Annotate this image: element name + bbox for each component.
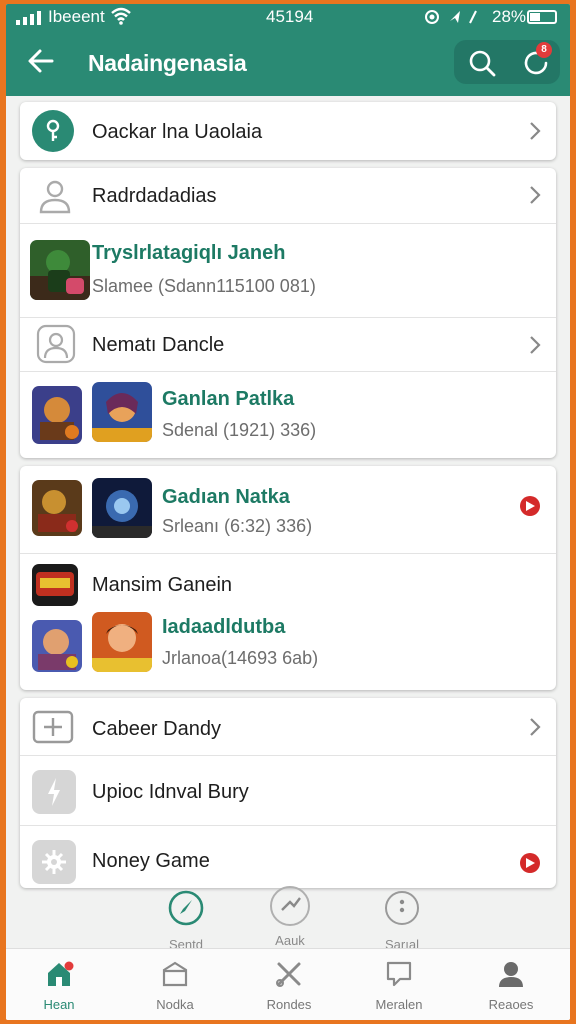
- list-item[interactable]: Cabeer Dandy: [20, 698, 556, 756]
- game-row[interactable]: Ganlan Patlka Sdenal (1921) 336): [20, 372, 556, 458]
- item-label: Nematı Dancle: [92, 334, 225, 356]
- status-bar: Ibeeent 45194 28%: [6, 4, 570, 30]
- search-icon[interactable]: [466, 47, 498, 79]
- profile-icon: [496, 959, 526, 989]
- nav-tools[interactable]: Rondes: [244, 959, 334, 1012]
- gear-icon: [32, 840, 76, 884]
- card-3: Gadıan Natka Srleanı (6:32) 336) Mansim …: [20, 466, 556, 690]
- box-icon: [160, 959, 190, 989]
- quick-action-search[interactable]: Sarıal: [370, 888, 434, 952]
- game-title: Gadıan Natka: [162, 486, 290, 508]
- status-time: 45194: [266, 7, 314, 26]
- gamepad-icon: [32, 710, 74, 744]
- game-title: Ganlan Patlka: [162, 388, 295, 410]
- card-4: Cabeer Dandy Upioc Idnval Bury Noney Gam…: [20, 698, 556, 888]
- game-row[interactable]: Tryslrlatagiqlı Janeh Slamee (Sdann11510…: [20, 224, 556, 318]
- notification-badge: 8: [536, 42, 552, 58]
- game-subtitle: Slamee (Sdann115100 081): [92, 276, 316, 296]
- game-thumbnail-icon: [32, 480, 82, 536]
- chevron-right-icon: [530, 122, 541, 140]
- item-label: Upioc Idnval Bury: [92, 781, 249, 803]
- nav-label: Nodka: [156, 997, 194, 1012]
- nav-label: Reaoes: [488, 997, 534, 1012]
- list-item[interactable]: Nematı Dancle: [20, 318, 556, 372]
- bottom-navigation: Hean Nodka Rondes Meralen Reaoes: [6, 948, 570, 1020]
- signal-icon: [16, 11, 41, 25]
- nav-messages[interactable]: Meralen: [354, 959, 444, 1012]
- list-item[interactable]: Oackar lna Uaolaia: [20, 102, 556, 160]
- play-badge-icon[interactable]: [520, 496, 540, 516]
- carrier-name: Ibeeent: [48, 7, 105, 26]
- game-thumbnail-icon: [32, 620, 82, 672]
- game-thumbnail-icon: [92, 612, 152, 672]
- game-thumbnail-icon: [92, 382, 152, 442]
- card-2: Radrdadadias Tryslrlatagiqlı Janeh Slame…: [20, 168, 556, 458]
- game-thumbnail-icon: [30, 240, 90, 300]
- game-thumbnail-icon: [32, 564, 78, 606]
- wifi-icon: [111, 7, 131, 25]
- nav-home[interactable]: Hean: [14, 959, 104, 1012]
- nav-label: Rondes: [266, 997, 312, 1012]
- tools-icon: [274, 959, 304, 989]
- quick-action-send[interactable]: Sentd: [156, 888, 216, 952]
- item-label: Noney Game: [92, 850, 210, 872]
- chevron-right-icon: [530, 336, 541, 354]
- quick-action-label: Aauk: [275, 933, 305, 948]
- play-badge-icon[interactable]: [520, 853, 540, 873]
- chevron-right-icon: [530, 186, 541, 204]
- app-screen: Ibeeent 45194 28% Nadaingenasia 8 Oackar…: [6, 4, 570, 1020]
- game-subtitle: Srleanı (6:32) 336): [162, 516, 313, 536]
- top-bar: Ibeeent 45194 28% Nadaingenasia 8: [6, 4, 570, 96]
- game-row[interactable]: Mansim Ganein Iadaadldutba Jrlanoa(14693…: [20, 554, 556, 690]
- card-1: Oackar lna Uaolaia: [20, 102, 556, 160]
- nav-store[interactable]: Nodka: [130, 959, 220, 1012]
- chat-icon: [384, 959, 414, 989]
- bolt-icon: [32, 770, 76, 814]
- item-label: Cabeer Dandy: [92, 718, 221, 740]
- user-card-icon: [36, 324, 76, 364]
- list-item[interactable]: Noney Game: [20, 826, 556, 888]
- quick-action-ask[interactable]: Aauk: [260, 884, 320, 948]
- item-label: Mansim Ganein: [92, 574, 233, 596]
- person-icon: [39, 180, 71, 214]
- list-item[interactable]: Upioc Idnval Bury: [20, 756, 556, 826]
- list-item[interactable]: Radrdadadias: [20, 168, 556, 224]
- game-thumbnail-icon: [92, 478, 152, 538]
- nav-profile[interactable]: Reaoes: [466, 959, 556, 1012]
- compass-icon: [168, 890, 204, 926]
- battery-icon: [527, 10, 557, 24]
- page-title: Nadaingenasia: [88, 50, 247, 76]
- nav-label: Hean: [43, 997, 75, 1012]
- key-icon: [32, 110, 74, 152]
- shuffle-icon: [270, 886, 310, 926]
- back-arrow-icon[interactable]: [24, 44, 58, 78]
- battery-percent: 28%: [492, 7, 527, 26]
- game-row[interactable]: Gadıan Natka Srleanı (6:32) 336): [20, 466, 556, 554]
- game-subtitle: Sdenal (1921) 336): [162, 420, 317, 440]
- game-thumbnail-icon: [32, 386, 82, 444]
- item-label: Radrdadadias: [92, 185, 217, 207]
- nav-label: Meralen: [375, 997, 423, 1012]
- more-icon: [385, 891, 419, 925]
- game-title: Tryslrlatagiqlı Janeh: [92, 242, 286, 264]
- game-subtitle: Jrlanoa(14693 6ab): [162, 648, 319, 668]
- location-icon: [425, 10, 477, 24]
- game-title: Iadaadldutba: [162, 616, 286, 638]
- item-label: Oackar lna Uaolaia: [92, 121, 263, 143]
- home-icon: [44, 959, 74, 989]
- chevron-right-icon: [530, 718, 541, 736]
